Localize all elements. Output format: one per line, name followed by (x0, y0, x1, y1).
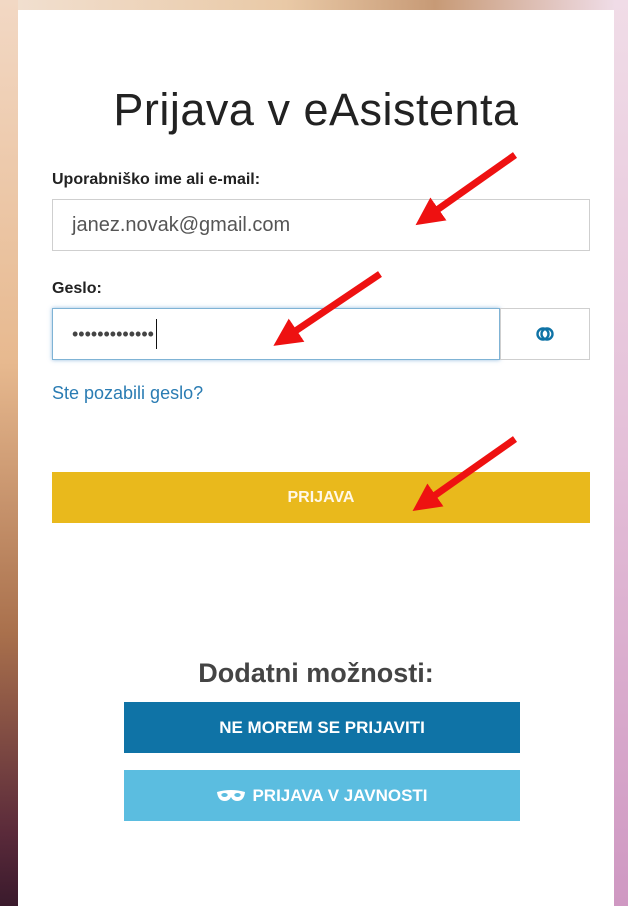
page-title: Prijava v eAsistenta (113, 84, 519, 135)
text-caret (155, 319, 157, 349)
cannot-login-button[interactable]: NE MOREM SE PRIJAVITI (124, 702, 520, 753)
background-top-strip (18, 0, 614, 10)
password-value: ••••••••••••• (72, 323, 154, 344)
eye-icon (536, 327, 554, 341)
password-input[interactable]: ••••••••••••• (52, 308, 500, 360)
login-card: Prijava v eAsistenta Uporabniško ime ali… (18, 10, 614, 906)
background-left-edge (0, 0, 18, 906)
additional-options-heading: Dodatni možnosti: (198, 658, 434, 688)
mask-icon (217, 789, 246, 801)
public-login-label: PRIJAVA V JAVNOSTI (252, 785, 428, 805)
password-label: Geslo: (52, 280, 102, 297)
username-input[interactable]: janez.novak@gmail.com (52, 199, 590, 251)
public-login-button[interactable]: PRIJAVA V JAVNOSTI (124, 770, 520, 821)
background-right-edge (614, 0, 628, 906)
username-value: janez.novak@gmail.com (72, 213, 291, 236)
forgot-password-link[interactable]: Ste pozabili geslo? (52, 383, 203, 404)
username-label: Uporabniško ime ali e-mail: (52, 171, 261, 188)
show-password-button[interactable] (500, 308, 590, 360)
login-button[interactable]: PRIJAVA (52, 472, 590, 523)
